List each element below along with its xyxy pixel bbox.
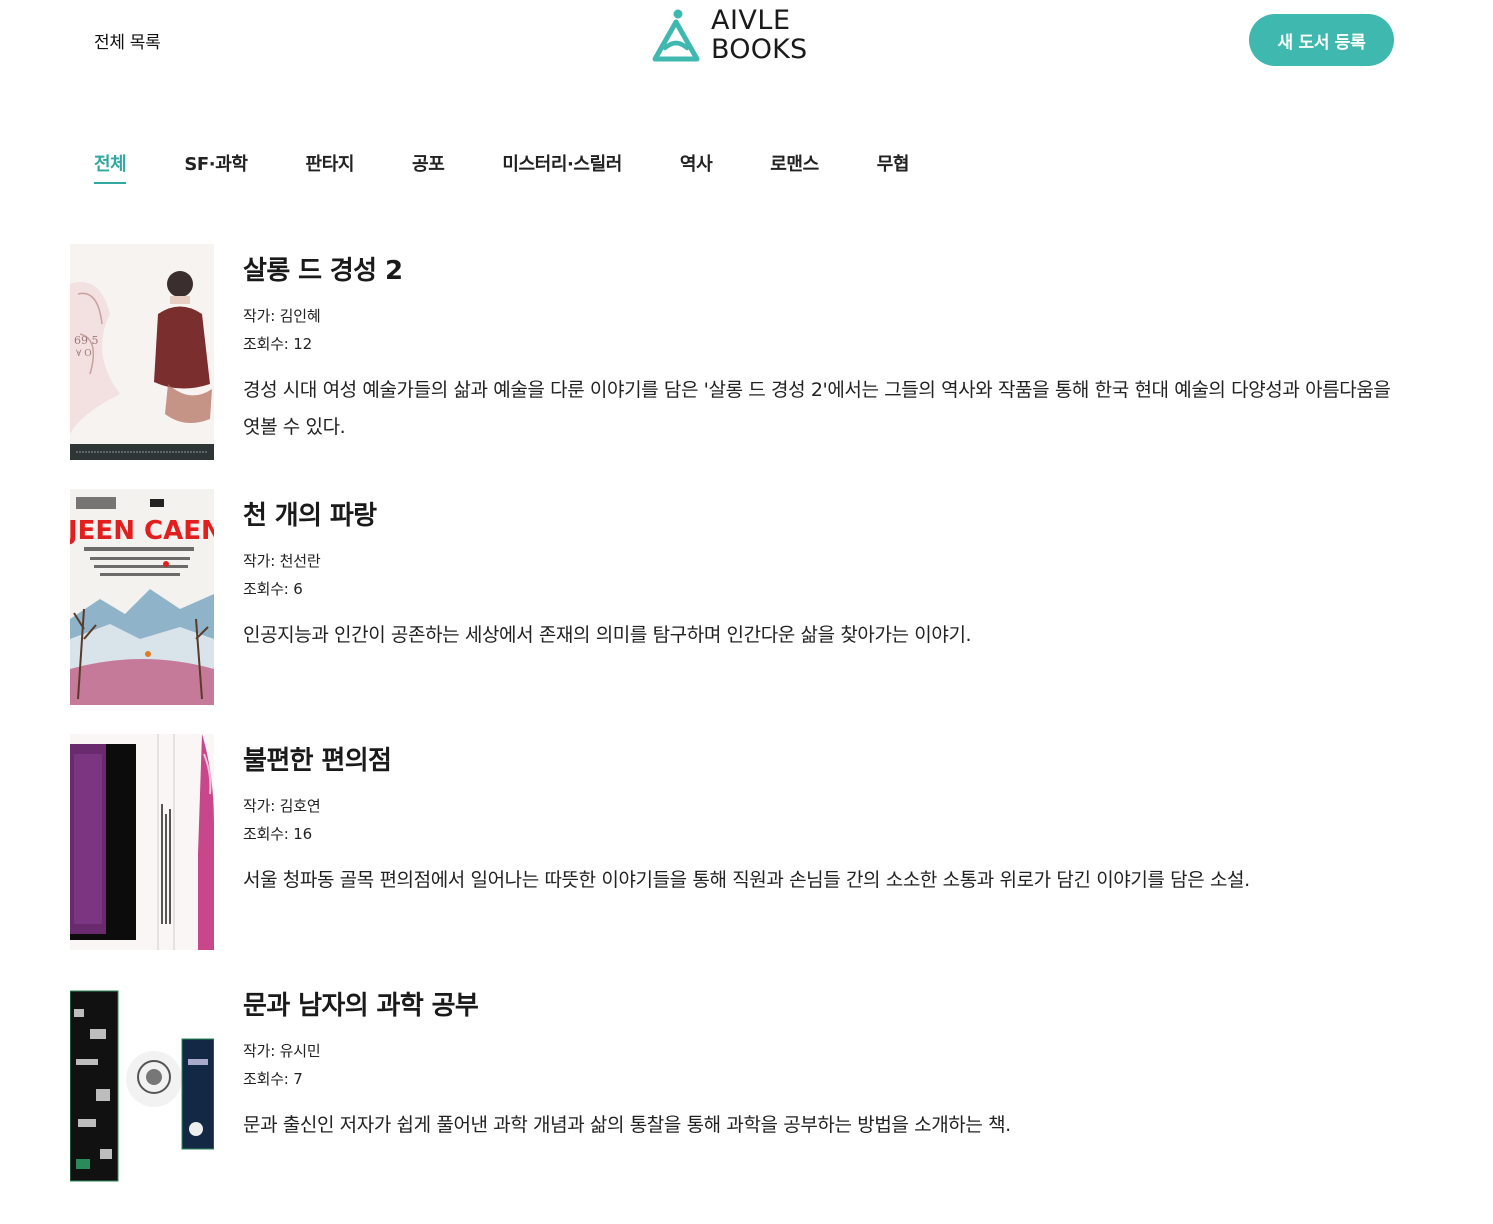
- svg-text:69 5: 69 5: [74, 334, 99, 347]
- book-views: 조회수: 6: [243, 580, 303, 598]
- book-item[interactable]: 69 5 ∀ O 살롱 드 경성 2 작가: 김인혜 조회수: 12 경성 시대…: [70, 244, 1400, 460]
- book-description: 서울 청파동 골목 편의점에서 일어나는 따뜻한 이야기들을 통해 직원과 손님…: [243, 869, 1250, 891]
- book-cover-title: JEEN CAEN: [70, 516, 214, 546]
- logo-wordmark: AIVLE BOOKS: [711, 6, 807, 64]
- book-list: 69 5 ∀ O 살롱 드 경성 2 작가: 김인혜 조회수: 12 경성 시대…: [70, 244, 1400, 1224]
- logo-icon: [652, 9, 700, 62]
- book-info: 문과 남자의 과학 공부 작가: 유시민 조회수: 7 문과 출신인 저자가 쉽…: [243, 989, 1393, 1144]
- book-title[interactable]: 천 개의 파랑: [243, 499, 1393, 533]
- book-description: 인공지능과 인간이 공존하는 세상에서 존재의 의미를 탐구하며 인간다운 삶을…: [243, 624, 972, 646]
- svg-text:∀ O: ∀ O: [76, 349, 92, 359]
- book-description: 경성 시대 여성 예술가들의 삶과 예술을 다룬 이야기를 담은 '살롱 드 경…: [243, 379, 1391, 438]
- book-cover[interactable]: [70, 979, 214, 1195]
- book-cover[interactable]: JEEN CAEN: [70, 489, 214, 705]
- tab-fantasy[interactable]: 판타지: [306, 150, 355, 182]
- book-item[interactable]: 문과 남자의 과학 공부 작가: 유시민 조회수: 7 문과 출신인 저자가 쉽…: [70, 979, 1400, 1195]
- book-info: 천 개의 파랑 작가: 천선란 조회수: 6 인공지능과 인간이 공존하는 세상…: [243, 499, 1393, 654]
- tab-all[interactable]: 전체: [94, 150, 127, 184]
- book-author: 작가: 천선란: [243, 552, 321, 570]
- header: 전체 목록 AIVLE BOOKS 새 도서 등록: [0, 0, 1493, 80]
- book-title[interactable]: 불편한 편의점: [243, 744, 1393, 778]
- book-description: 문과 출신인 저자가 쉽게 풀어낸 과학 개념과 삶의 통찰을 통해 과학을 공…: [243, 1114, 1011, 1136]
- all-books-link[interactable]: 전체 목록: [94, 28, 161, 53]
- book-views: 조회수: 12: [243, 335, 312, 353]
- tab-romance[interactable]: 로맨스: [770, 150, 819, 182]
- new-book-button[interactable]: 새 도서 등록: [1249, 14, 1394, 66]
- book-title[interactable]: 살롱 드 경성 2: [243, 254, 1393, 288]
- logo-line-2: BOOKS: [711, 34, 808, 65]
- book-info: 살롱 드 경성 2 작가: 김인혜 조회수: 12 경성 시대 여성 예술가들의…: [243, 254, 1393, 446]
- book-item[interactable]: JEEN CAEN 천 개의 파랑 작가: 천선란 조회수: 6 인공지능과 인…: [70, 489, 1400, 705]
- logo-line-1: AIVLE: [711, 5, 791, 36]
- book-author: 작가: 김호연: [243, 797, 321, 815]
- book-cover[interactable]: [70, 734, 214, 950]
- tab-sf-science[interactable]: SF·과학: [184, 150, 248, 182]
- tab-martial-arts[interactable]: 무협: [877, 150, 910, 182]
- tab-horror[interactable]: 공포: [412, 150, 445, 182]
- book-title[interactable]: 문과 남자의 과학 공부: [243, 989, 1393, 1023]
- tab-history[interactable]: 역사: [680, 150, 713, 182]
- book-item[interactable]: 불편한 편의점 작가: 김호연 조회수: 16 서울 청파동 골목 편의점에서 …: [70, 734, 1400, 950]
- tab-mystery-thriller[interactable]: 미스터리·스릴러: [502, 150, 622, 182]
- book-author: 작가: 김인혜: [243, 307, 321, 325]
- book-views: 조회수: 7: [243, 1070, 303, 1088]
- book-views: 조회수: 16: [243, 825, 312, 843]
- book-cover[interactable]: 69 5 ∀ O: [70, 244, 214, 460]
- logo[interactable]: AIVLE BOOKS: [651, 6, 807, 64]
- book-author: 작가: 유시민: [243, 1042, 321, 1060]
- book-info: 불편한 편의점 작가: 김호연 조회수: 16 서울 청파동 골목 편의점에서 …: [243, 744, 1393, 899]
- category-tabs: 전체 SF·과학 판타지 공포 미스터리·스릴러 역사 로맨스 무협: [94, 150, 967, 184]
